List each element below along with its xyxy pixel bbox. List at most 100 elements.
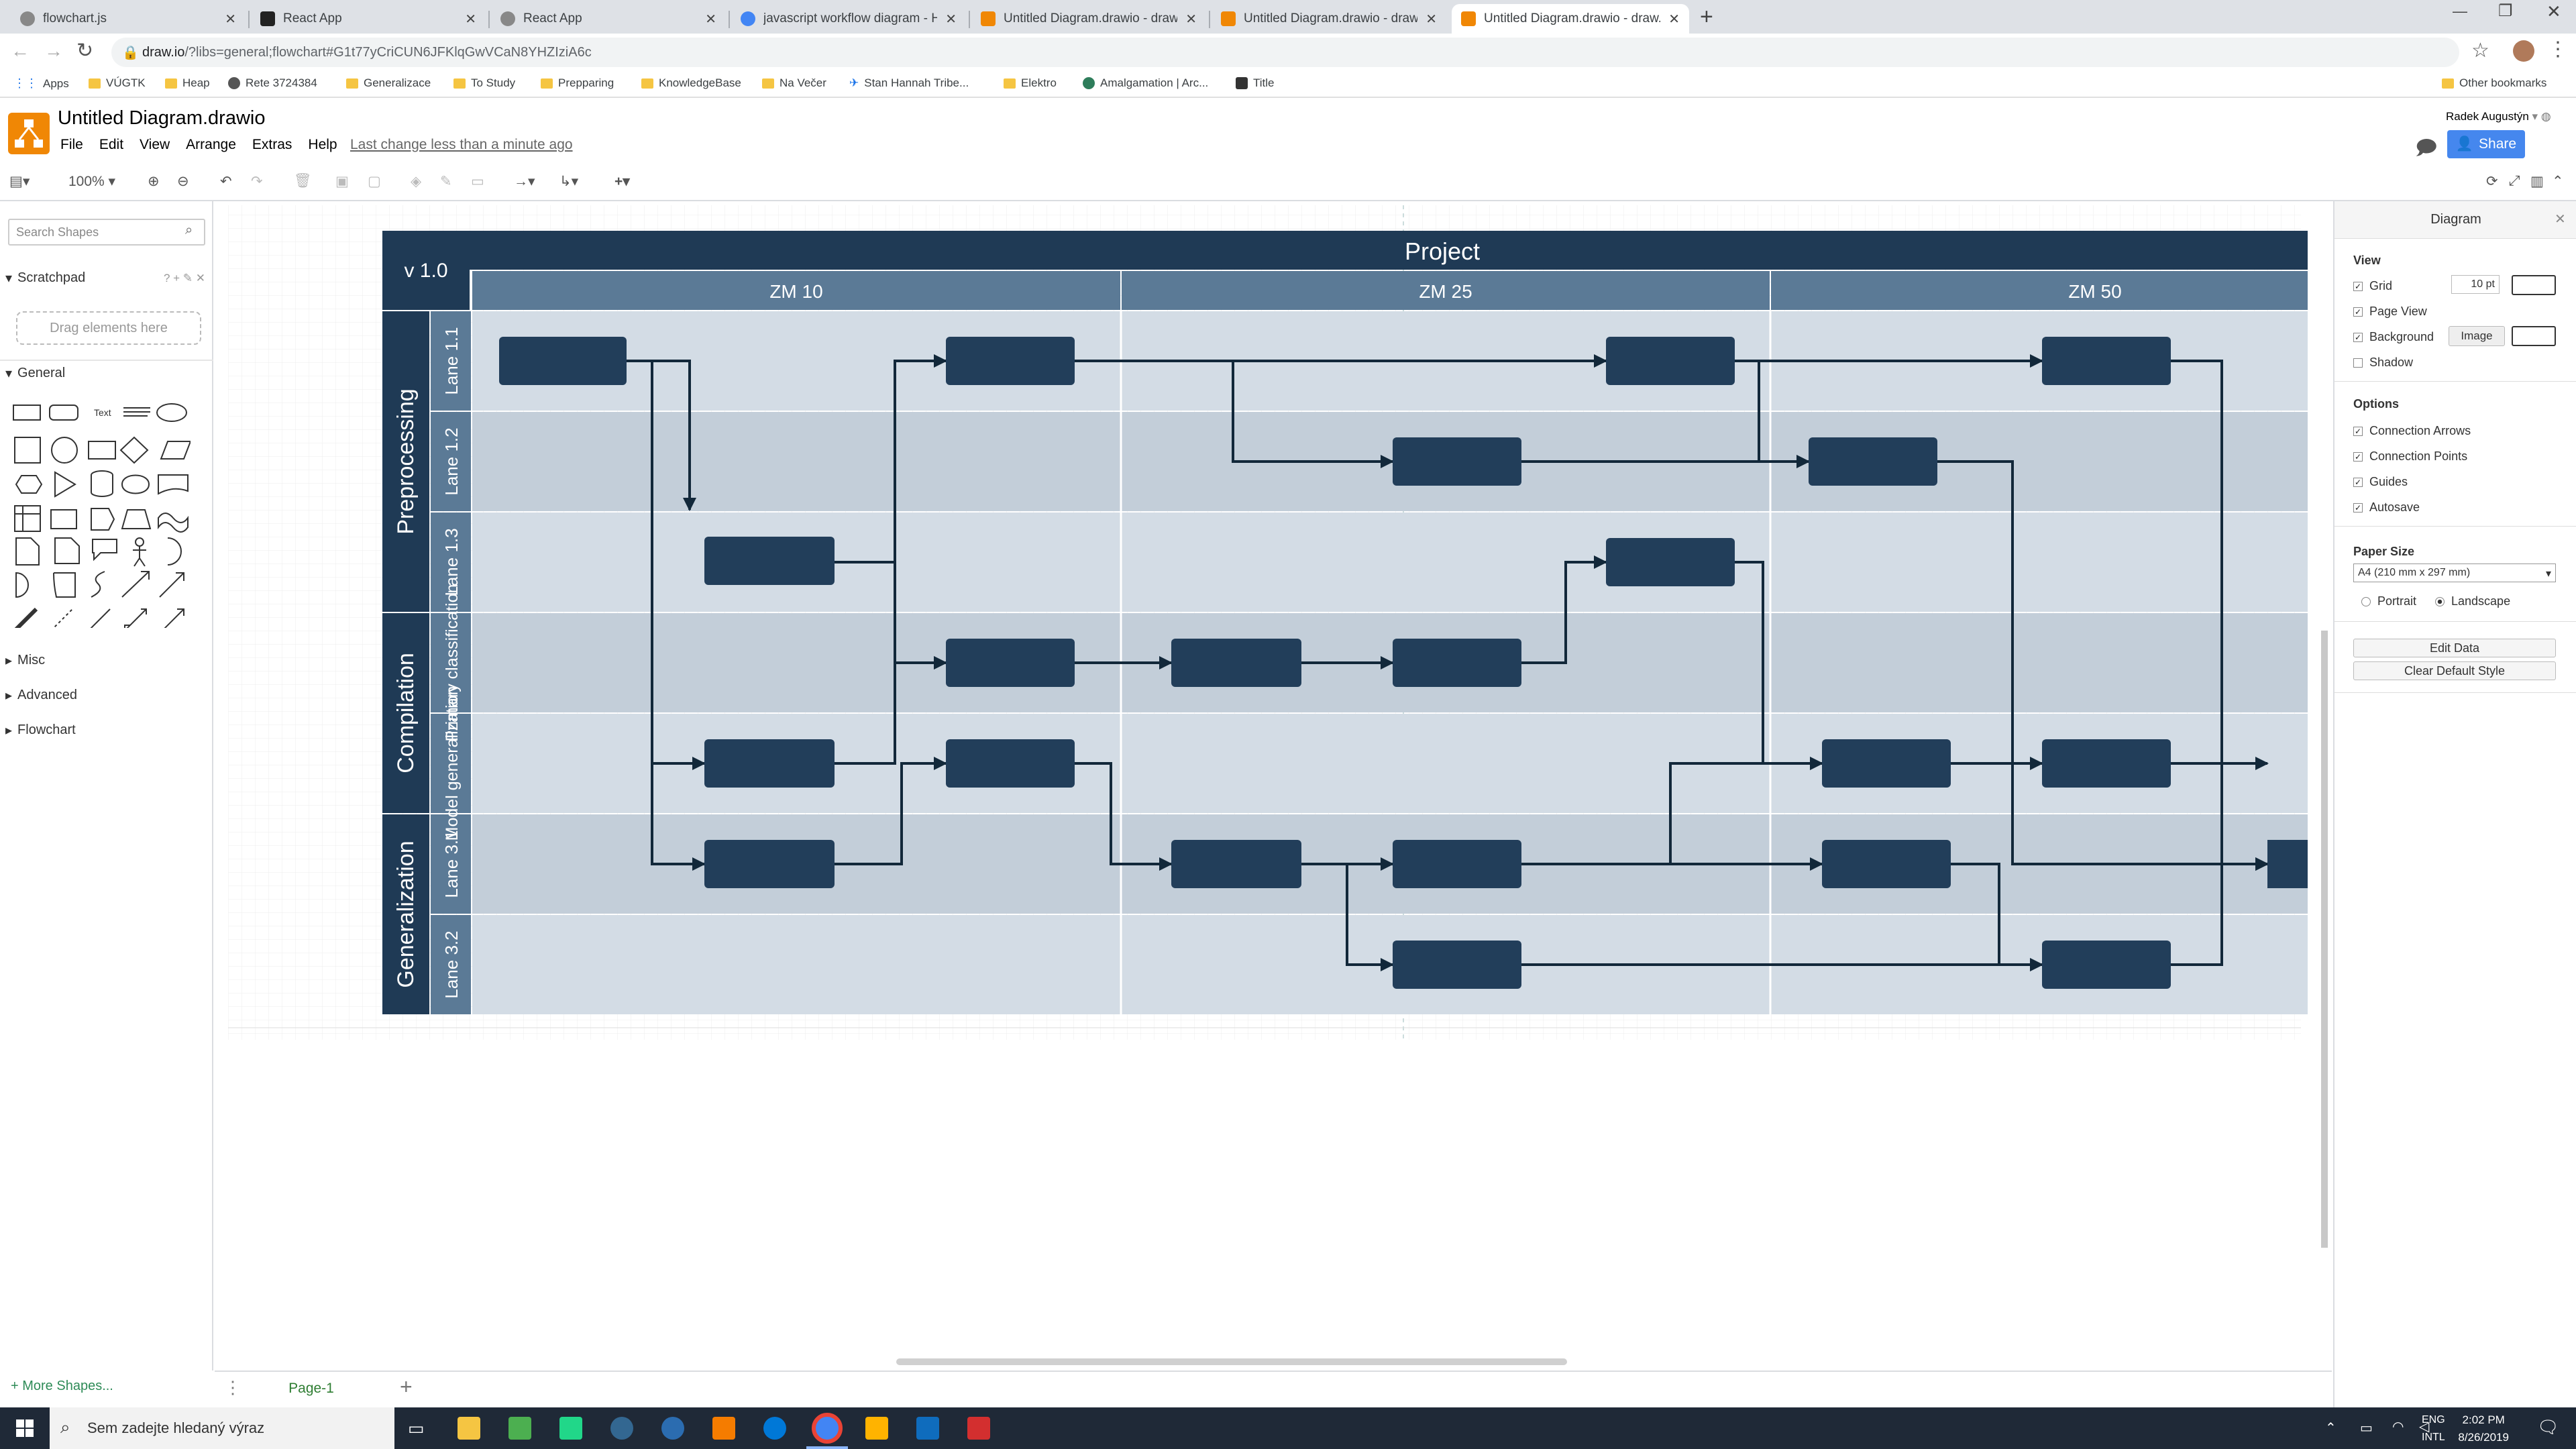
close-tab-icon[interactable]: ✕ — [225, 11, 236, 28]
new-tab-button[interactable]: + — [1700, 4, 1713, 30]
general-shapes-palette[interactable]: Text — [9, 400, 191, 628]
portrait-radio[interactable]: Portrait — [2361, 594, 2416, 608]
bookmark-item[interactable]: Generalizace — [346, 76, 431, 90]
insert-icon[interactable]: +▾ — [614, 173, 630, 190]
language-indicator[interactable]: ENG INTL — [2422, 1411, 2445, 1446]
to-front-icon[interactable]: ▣ — [335, 173, 349, 190]
section-advanced[interactable]: ▸ Advanced — [0, 687, 213, 704]
close-tab-icon[interactable]: ✕ — [1668, 11, 1680, 28]
format-panel-toggle-icon[interactable]: ▤▾ — [9, 173, 30, 190]
bookmark-item[interactable]: ✈ Stan Hannah Tribe... — [849, 76, 969, 90]
close-window-button[interactable]: ✕ — [2546, 1, 2561, 22]
to-back-icon[interactable]: ▢ — [368, 173, 381, 190]
forward-icon[interactable]: → — [44, 40, 63, 62]
undo-icon[interactable]: ↶ — [220, 173, 232, 190]
menu-icon[interactable]: ⋮ — [2548, 38, 2568, 61]
clear-default-style-button[interactable]: Clear Default Style — [2353, 661, 2556, 680]
connection-icon[interactable]: →▾ — [514, 173, 535, 190]
browser-tab[interactable]: React App ✕ — [251, 4, 486, 34]
background-checkbox[interactable]: ✓ Background — [2353, 330, 2434, 344]
app-icon[interactable] — [967, 1417, 990, 1440]
back-icon[interactable]: ← — [11, 40, 30, 62]
bookmark-item[interactable]: VÚGTK — [89, 76, 146, 90]
page-view-checkbox[interactable]: ✓ Page View — [2353, 305, 2427, 319]
comment-icon[interactable]: 🗩 — [2415, 133, 2437, 167]
menu-edit[interactable]: Edit — [99, 137, 123, 153]
grid-size-input[interactable]: 10 pt — [2451, 275, 2500, 294]
search-shapes-input[interactable]: Search Shapes — [8, 219, 205, 246]
app-icon[interactable] — [661, 1417, 684, 1440]
page-tab[interactable]: Page-1 — [255, 1372, 368, 1405]
waypoints-icon[interactable]: ↳▾ — [559, 173, 578, 190]
edit-data-button[interactable]: Edit Data — [2353, 639, 2556, 657]
notifications-icon[interactable]: 🗨 — [2537, 1417, 2559, 1438]
browser-tab-active[interactable]: Untitled Diagram.drawio - draw.i ✕ — [1452, 4, 1689, 34]
share-button[interactable]: 👤 Share — [2447, 130, 2525, 158]
outlook-icon[interactable] — [916, 1417, 939, 1440]
bookmark-item[interactable]: Prepparing — [541, 76, 614, 90]
url-field[interactable]: 🔒 draw.io/?libs=general;flowchart#G1t77y… — [111, 38, 2459, 67]
bookmark-item[interactable]: KnowledgeBase — [641, 76, 741, 90]
section-misc[interactable]: ▸ Misc — [0, 652, 213, 669]
section-flowchart[interactable]: ▸ Flowchart — [0, 722, 213, 739]
guides-checkbox[interactable]: ✓ Guides — [2353, 475, 2408, 489]
bookmark-item[interactable]: Elektro — [1004, 76, 1057, 90]
wifi-icon[interactable]: ◠ — [2392, 1418, 2404, 1435]
grid-color-swatch[interactable] — [2512, 275, 2556, 295]
notepad-icon[interactable] — [508, 1417, 531, 1440]
browser-tab[interactable]: Untitled Diagram.drawio - draw.i ✕ — [971, 4, 1206, 34]
menu-view[interactable]: View — [140, 137, 170, 153]
zoom-in-icon[interactable]: ⊕ — [148, 173, 160, 190]
star-icon[interactable]: ☆ — [2471, 39, 2489, 62]
add-page-button[interactable]: + — [400, 1375, 413, 1399]
sublime-icon[interactable] — [712, 1417, 735, 1440]
pages-menu-icon[interactable]: ⋮ — [224, 1377, 241, 1398]
browser-tab[interactable]: Untitled Diagram.drawio - draw.i ✕ — [1212, 4, 1446, 34]
bookmark-item[interactable]: Heap — [165, 76, 210, 90]
close-tab-icon[interactable]: ✕ — [1185, 11, 1197, 28]
zoom-select[interactable]: 100% ▾ — [68, 173, 115, 190]
postgres-icon[interactable] — [610, 1417, 633, 1440]
column-header-zm50[interactable] — [1771, 271, 2308, 310]
browser-tab[interactable]: flowchart.js ✕ — [11, 4, 246, 34]
chrome-icon[interactable] — [812, 1413, 843, 1444]
bookmark-item[interactable]: Rete 3724384 — [228, 76, 317, 90]
close-tab-icon[interactable]: ✕ — [1426, 11, 1437, 28]
pycharm-icon[interactable] — [559, 1417, 582, 1440]
close-tab-icon[interactable]: ✕ — [465, 11, 476, 28]
horizontal-scrollbar[interactable] — [896, 1358, 1567, 1365]
browser-tab[interactable]: React App ✕ — [491, 4, 726, 34]
connection-points-checkbox[interactable]: ✓ Connection Points — [2353, 449, 2467, 464]
edge-icon[interactable] — [763, 1417, 786, 1440]
delete-icon[interactable]: 🗑 — [294, 173, 312, 189]
restore-button[interactable]: ❐ — [2498, 1, 2513, 21]
vertical-scrollbar[interactable] — [2321, 631, 2328, 1248]
browser-tab[interactable]: javascript workflow diagram - Hi ✕ — [731, 4, 966, 34]
windows-start-icon[interactable] — [16, 1419, 34, 1437]
app-icon[interactable] — [865, 1417, 888, 1440]
last-change-link[interactable]: Last change less than a minute ago — [350, 137, 573, 153]
document-title[interactable]: Untitled Diagram.drawio — [58, 107, 265, 129]
zoom-out-icon[interactable]: ⊖ — [177, 173, 189, 190]
battery-icon[interactable]: ▭ — [2360, 1419, 2373, 1436]
fullscreen-icon[interactable]: ⤢ — [2509, 173, 2520, 189]
autosave-checkbox[interactable]: ✓ Autosave — [2353, 500, 2420, 515]
more-shapes-link[interactable]: + More Shapes... — [11, 1379, 113, 1394]
scratchpad-dropzone[interactable]: Drag elements here — [16, 311, 201, 345]
search-icon[interactable]: ⌕ — [185, 223, 193, 238]
landscape-radio[interactable]: Landscape — [2435, 594, 2510, 608]
minimize-button[interactable]: — — [2453, 3, 2467, 20]
close-tab-icon[interactable]: ✕ — [705, 11, 716, 28]
background-color-swatch[interactable] — [2512, 326, 2556, 346]
grid-checkbox[interactable]: ✓ Grid — [2353, 279, 2392, 293]
redo-icon[interactable]: ↷ — [251, 173, 263, 190]
task-view-icon[interactable]: ▭ — [408, 1418, 425, 1439]
collapse-icon[interactable]: ⌃ — [2552, 173, 2564, 190]
bookmark-item[interactable]: To Study — [453, 76, 515, 90]
bookmark-item[interactable]: Title — [1236, 76, 1275, 90]
profile-avatar[interactable] — [2513, 40, 2534, 62]
refresh-icon[interactable]: ⟳ — [2486, 173, 2498, 190]
connection-arrows-checkbox[interactable]: ✓ Connection Arrows — [2353, 424, 2471, 438]
menu-help[interactable]: Help — [308, 137, 337, 153]
diagram-canvas[interactable]: v 1.0 Project ZM 10 ZM 25 ZM 50 Preproce… — [215, 201, 2332, 1371]
